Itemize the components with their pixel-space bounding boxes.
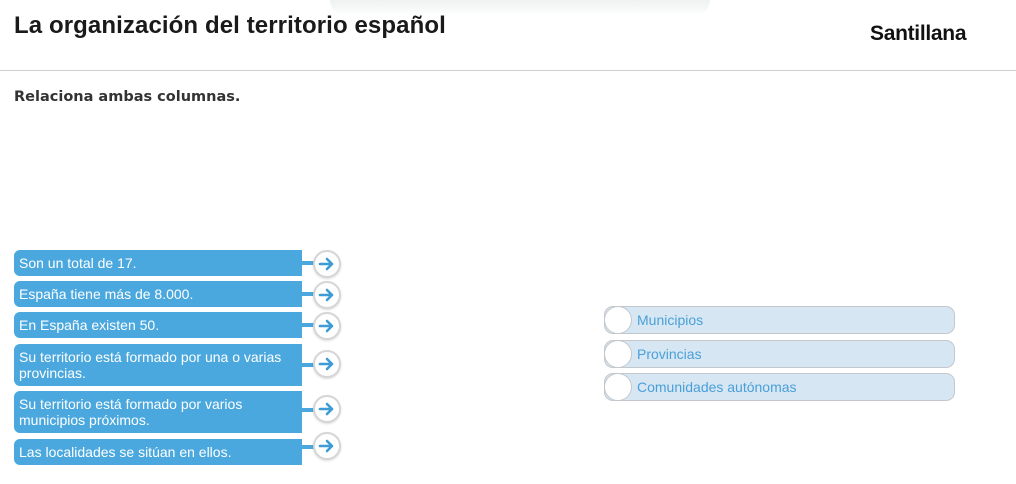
statement-text: Su territorio está formado por una o var…	[19, 349, 282, 381]
statement-text: En España existen 50.	[19, 317, 160, 333]
statement-text: Las localidades se sitúan en ellos.	[19, 444, 232, 460]
statement-item[interactable]: Son un total de 17.	[14, 250, 302, 276]
arrow-right-icon	[318, 288, 334, 302]
arrow-right-icon	[318, 439, 334, 453]
statement-item[interactable]: Su territorio está formado por varios mu…	[14, 391, 302, 433]
arrow-right-icon	[318, 357, 334, 371]
statement-item[interactable]: España tiene más de 8.000.	[14, 281, 302, 307]
arrow-right-icon	[318, 257, 334, 271]
target-option-provincias[interactable]: Provincias	[604, 340, 955, 368]
target-drop-circle[interactable]	[604, 306, 632, 334]
connect-arrow-button[interactable]	[313, 250, 341, 278]
target-label: Provincias	[637, 346, 702, 362]
statement-item[interactable]: Su territorio está formado por una o var…	[14, 344, 302, 386]
target-option-comunidades[interactable]: Comunidades autónomas	[604, 373, 955, 401]
statement-item[interactable]: En España existen 50.	[14, 312, 302, 338]
statement-text: Su territorio está formado por varios mu…	[19, 396, 243, 428]
arrow-right-icon	[318, 402, 334, 416]
statement-text: España tiene más de 8.000.	[19, 286, 194, 302]
connect-arrow-button[interactable]	[313, 350, 341, 378]
page-title: La organización del territorio español	[14, 12, 446, 39]
connect-arrow-button[interactable]	[313, 432, 341, 460]
connect-arrow-button[interactable]	[313, 312, 341, 340]
target-option-municipios[interactable]: Municipios	[604, 306, 955, 334]
statement-text: Son un total de 17.	[19, 255, 137, 271]
target-drop-circle[interactable]	[604, 340, 632, 368]
arrow-right-icon	[318, 319, 334, 333]
activity-page: La organización del territorio español S…	[0, 0, 1016, 484]
target-label: Municipios	[637, 312, 704, 328]
instruction-text: Relaciona ambas columnas.	[14, 89, 241, 105]
target-label: Comunidades autónomas	[637, 379, 797, 395]
santillana-logo: Santillana	[870, 22, 967, 45]
header-divider	[0, 70, 1016, 71]
connect-arrow-button[interactable]	[313, 395, 341, 423]
connect-arrow-button[interactable]	[313, 281, 341, 309]
statement-item[interactable]: Las localidades se sitúan en ellos.	[14, 439, 302, 465]
target-drop-circle[interactable]	[604, 373, 632, 401]
